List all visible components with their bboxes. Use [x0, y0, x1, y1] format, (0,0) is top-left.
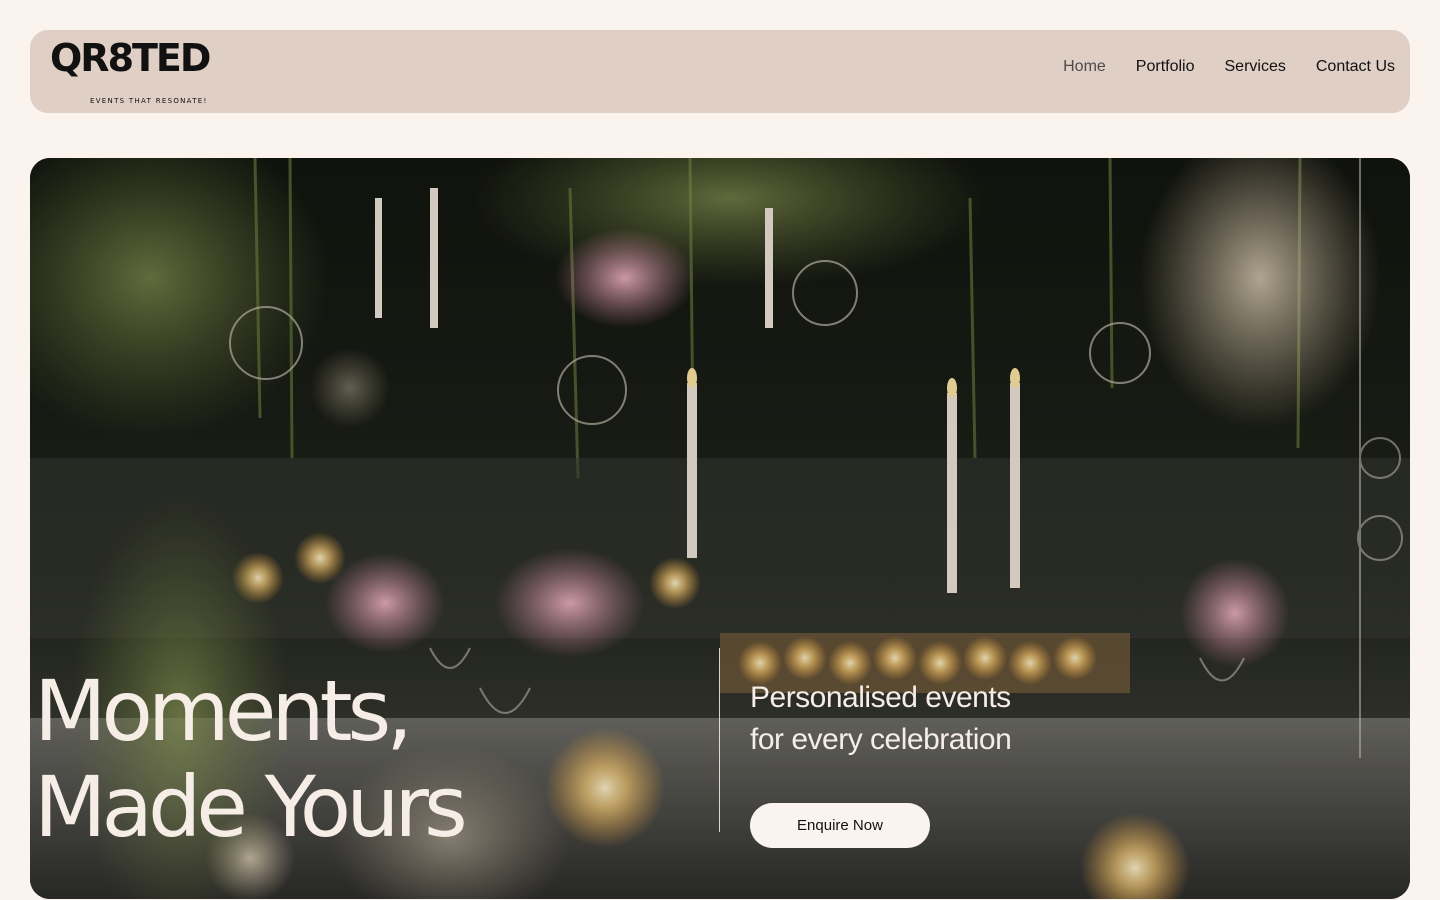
- hero-subtitle-line-1: Personalised events: [750, 681, 1011, 714]
- logo-tagline: EVENTS THAT RESONATE!: [90, 97, 208, 105]
- hero-subtitle-line-2: for every celebration: [750, 723, 1012, 756]
- nav-home-link[interactable]: Home: [1063, 58, 1106, 76]
- hero-subtitle: Personalised events for every celebratio…: [750, 677, 1012, 761]
- hero-banner: Moments, Made Yours Personalised events …: [30, 158, 1410, 899]
- hero-divider: [719, 648, 720, 832]
- brand-logo[interactable]: QR8TED EVENTS THAT RESONATE!: [50, 35, 211, 107]
- main-nav: Home Portfolio Services Contact Us: [1063, 58, 1395, 76]
- hero-title-line-1: Moments,: [34, 662, 413, 760]
- site-header: QR8TED EVENTS THAT RESONATE! Home Portfo…: [30, 30, 1410, 113]
- nav-portfolio-link[interactable]: Portfolio: [1136, 58, 1195, 76]
- hero-title-line-2: Made Yours: [34, 758, 468, 856]
- hero-title: Moments, Made Yours: [34, 662, 468, 856]
- nav-contact-link[interactable]: Contact Us: [1316, 58, 1395, 76]
- logo-wordmark: QR8TED: [50, 36, 211, 80]
- enquire-now-button[interactable]: Enquire Now: [750, 803, 930, 848]
- nav-services-link[interactable]: Services: [1225, 58, 1286, 76]
